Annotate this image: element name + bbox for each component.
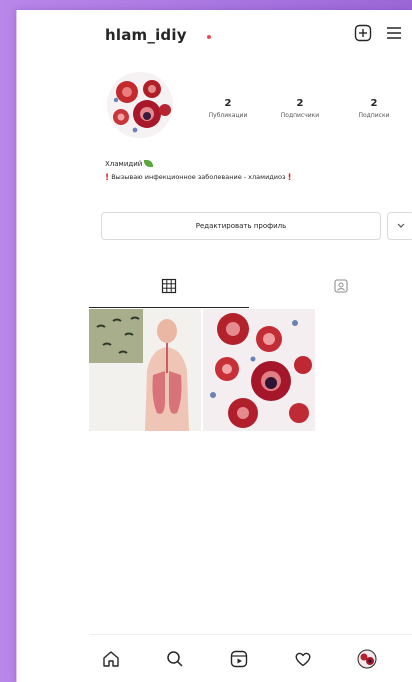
new-post-icon[interactable] xyxy=(354,24,372,42)
suggestions-dropdown-button[interactable] xyxy=(387,212,412,240)
search-icon[interactable] xyxy=(165,649,185,669)
post-tile-respiratory[interactable] xyxy=(89,309,201,431)
notification-dot xyxy=(207,35,211,39)
leaf-emoji-icon xyxy=(144,160,154,167)
profile-header: hlam_idiy xyxy=(17,10,412,54)
exclamation-icon: ! xyxy=(105,173,110,183)
profile-avatar[interactable] xyxy=(107,72,173,138)
avatar-cells-image xyxy=(107,72,173,138)
tagged-icon[interactable] xyxy=(333,278,349,294)
stat-following[interactable]: 2 Подписки xyxy=(339,98,409,119)
menu-icon[interactable] xyxy=(385,24,403,42)
bio-text: Вызываю инфекционное заболевание - хлами… xyxy=(111,173,286,181)
infected-cells-image xyxy=(203,309,315,431)
respiratory-system-image xyxy=(89,309,201,431)
stat-posts[interactable]: 2 Публикации xyxy=(193,98,263,119)
heart-icon[interactable] xyxy=(293,649,313,669)
stat-followers-label: Подписчики xyxy=(280,112,320,119)
stat-posts-count: 2 xyxy=(224,98,232,109)
bottom-navigation xyxy=(89,634,412,682)
exclamation-icon: ! xyxy=(287,173,292,183)
stat-posts-label: Публикации xyxy=(208,112,248,119)
home-icon[interactable] xyxy=(101,649,121,669)
chevron-down-icon xyxy=(397,223,405,228)
active-tab-indicator xyxy=(89,307,249,308)
post-tile-cells[interactable] xyxy=(203,309,315,431)
profile-avatar-icon[interactable] xyxy=(357,649,377,669)
display-name: Хламидий xyxy=(105,160,143,168)
grid-icon[interactable] xyxy=(161,278,177,294)
bio: ! Вызываю инфекционное заболевание - хла… xyxy=(105,173,292,183)
stat-following-label: Подписки xyxy=(358,112,390,119)
stat-followers-count: 2 xyxy=(296,98,304,109)
display-name-row: Хламидий xyxy=(105,160,154,168)
phone-screen: hlam_idiy 2 Публикации 2 Подписчики 2 По… xyxy=(16,10,412,682)
stat-following-count: 2 xyxy=(370,98,378,109)
username[interactable]: hlam_idiy xyxy=(105,26,187,44)
reels-icon[interactable] xyxy=(229,649,249,669)
edit-profile-button[interactable]: Редактировать профиль xyxy=(101,212,381,240)
stat-followers[interactable]: 2 Подписчики xyxy=(265,98,335,119)
